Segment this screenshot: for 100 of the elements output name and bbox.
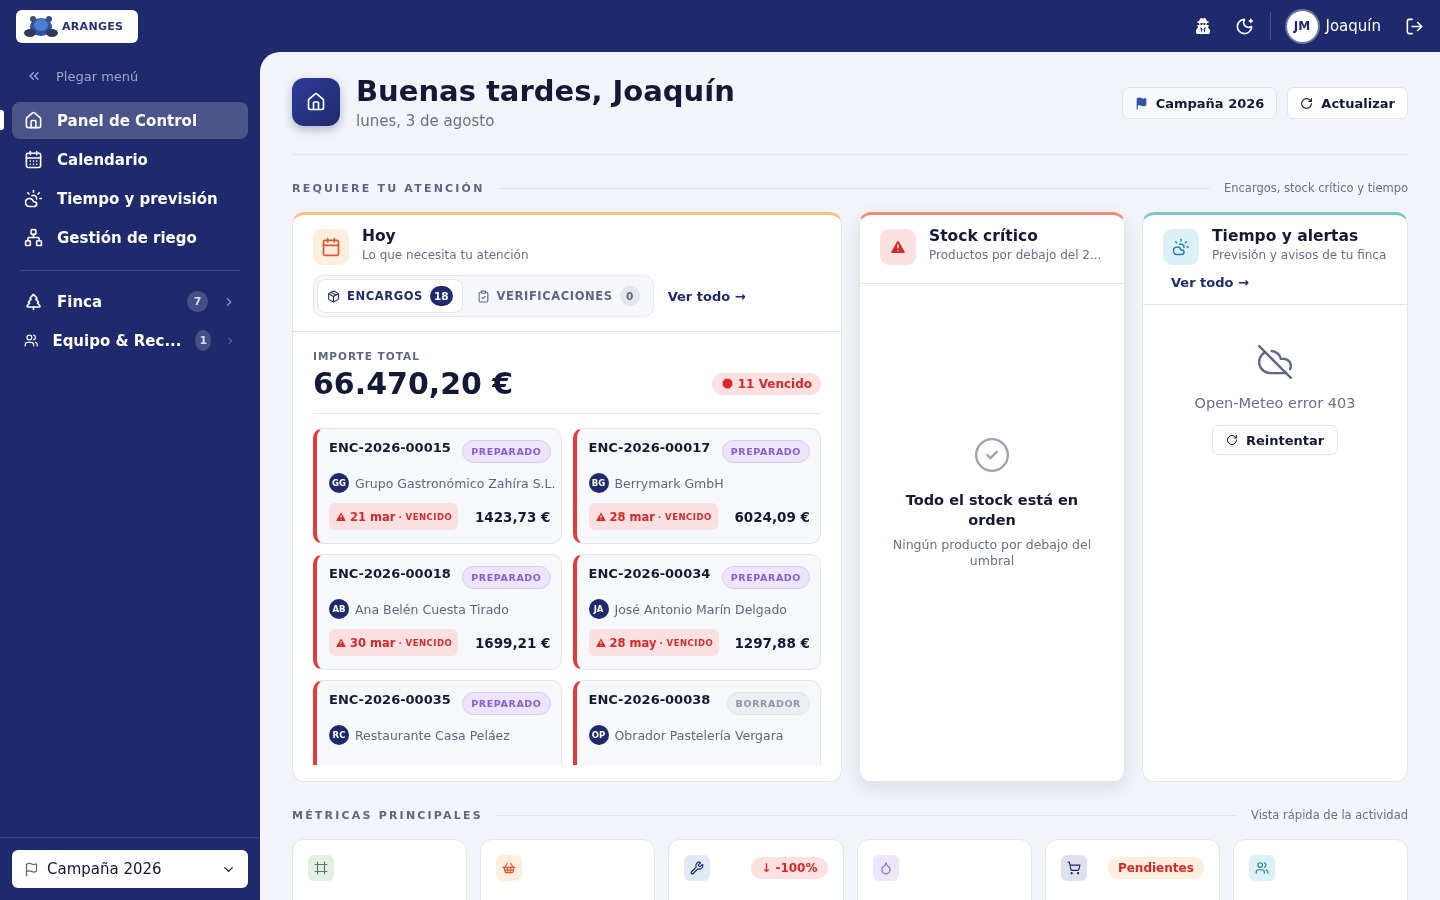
order-amount: 1699,21 €: [474, 634, 551, 651]
warning-icon: [594, 510, 607, 523]
total-label: IMPORTE TOTAL: [313, 350, 421, 362]
view-all-link[interactable]: Ver todo →: [1171, 275, 1387, 290]
cloud-off-icon: [1256, 343, 1294, 381]
home-icon: [24, 111, 43, 130]
nav-label: Calendario: [57, 150, 149, 169]
logo-icon: [24, 14, 58, 38]
logo[interactable]: ARANGES: [16, 9, 138, 43]
nav-count: 1: [195, 330, 212, 351]
tools-icon: [684, 855, 711, 881]
order-card[interactable]: ENC-2026-00038 BORRADOR OP Obrador Pastelería Vergara: [572, 680, 821, 765]
order-amount: 1423,73 €: [474, 508, 551, 525]
status-badge: PREPARADO: [462, 440, 551, 463]
due-date: 28 mar: [609, 509, 655, 524]
home-icon: [292, 78, 340, 126]
alert-icon: [720, 377, 734, 390]
order-id: ENC-2026-00035: [329, 692, 451, 707]
page-date: lunes, 3 de agosto: [356, 112, 496, 130]
flag-icon: [1134, 96, 1148, 110]
customer-name: Grupo Gastronómico Zahíra S.L.: [355, 475, 556, 491]
calendar-icon: [24, 150, 43, 169]
card-title: Hoy: [362, 227, 397, 245]
calendar-icon: [313, 229, 349, 265]
nav-item[interactable]: Equipo & Rec... 1: [12, 322, 248, 359]
team-icon: [1248, 855, 1275, 881]
selection-indicator: [0, 110, 4, 130]
empty-title: Todo el stock está en orden: [904, 490, 1080, 531]
due-date: 21 mar: [350, 509, 396, 524]
warning-icon: [880, 229, 916, 265]
area-icon: [308, 855, 334, 881]
warning-icon: [594, 636, 607, 649]
customer-avatar: OP: [588, 725, 609, 745]
section-note: Encargos, stock crítico y tiempo: [1224, 181, 1408, 195]
check-circle-icon: [973, 435, 1011, 474]
retry-button[interactable]: Reintentar: [1211, 425, 1339, 455]
package-icon: [327, 289, 340, 303]
customer-name: Ana Belén Cuesta Tirado: [355, 601, 509, 617]
nav-item[interactable]: Calendario: [12, 141, 248, 178]
view-all-link[interactable]: Ver todo →: [667, 288, 746, 304]
order-amount: 6024,09 €: [734, 508, 810, 525]
nav-label: Tiempo y previsión: [57, 189, 219, 208]
order-id: ENC-2026-00038: [588, 692, 711, 707]
total-amount: 66.470,20 €: [313, 366, 514, 401]
card-subtitle: Productos por debajo del 2...: [929, 248, 1102, 262]
order-amount: 1297,88 €: [734, 634, 810, 651]
moon-icon[interactable]: [1234, 16, 1254, 36]
nav-label: Panel de Control: [57, 111, 199, 130]
status-badge: PREPARADO: [462, 692, 551, 715]
tab[interactable]: VERIFICACIONES 0: [466, 279, 650, 313]
incognito-icon[interactable]: [1194, 18, 1211, 34]
nav-label: Finca: [57, 292, 104, 311]
customer-avatar: GG: [329, 473, 349, 493]
order-card[interactable]: ENC-2026-00018 PREPARADO AB Ana Belén Cuesta Tirado 30 mar · VENCIDO 1699,21 €: [313, 554, 562, 670]
card-subtitle: Previsión y avisos de tu finca: [1212, 248, 1387, 262]
customer-avatar: RC: [329, 725, 349, 745]
due-status: · VENCIDO: [398, 637, 453, 648]
due-status: · VENCIDO: [659, 637, 714, 648]
page-title: Buenas tardes, Joaquín: [356, 74, 736, 108]
user-name[interactable]: Joaquín: [1325, 17, 1381, 35]
weather-icon: [24, 189, 43, 208]
order-id: ENC-2026-00018: [329, 566, 451, 581]
order-card[interactable]: ENC-2026-00015 PREPARADO GG Grupo Gastronómico Zahíra S.L. 21 mar · VENCIDO 1423,73 €: [313, 428, 562, 544]
order-id: ENC-2026-00015: [329, 440, 451, 455]
campaign-button[interactable]: Campaña 2026: [1121, 87, 1278, 119]
basket-icon: [496, 855, 523, 881]
nav-item[interactable]: Tiempo y previsión: [12, 180, 248, 217]
metric-badge: Pendientes: [1107, 857, 1204, 879]
refresh-button[interactable]: Actualizar: [1287, 87, 1408, 119]
status-badge: PREPARADO: [721, 440, 810, 463]
order-card[interactable]: ENC-2026-00017 PREPARADO BG Berrymark GmbH 28 mar · VENCIDO 6024,09 €: [572, 428, 821, 544]
customer-avatar: JA: [588, 599, 609, 619]
campaign-select[interactable]: Campaña 2026: [12, 850, 248, 888]
customer-name: José Antonio Marín Delgado: [614, 601, 787, 617]
nav-count: 7: [187, 291, 208, 312]
customer-avatar: AB: [329, 599, 349, 619]
status-badge: PREPARADO: [721, 566, 810, 589]
tab[interactable]: ENCARGOS 18: [317, 279, 463, 313]
user-avatar[interactable]: JM: [1286, 10, 1318, 42]
cloud-sun-icon: [1163, 229, 1199, 265]
refresh-icon: [1225, 434, 1238, 446]
metric-badge: ↓ -100%: [751, 857, 828, 879]
section-title: MÉTRICAS PRINCIPALES: [292, 808, 483, 822]
nav-item[interactable]: Gestión de riego: [12, 219, 248, 256]
nav-item[interactable]: Finca 7: [12, 283, 248, 320]
order-id: ENC-2026-00034: [588, 566, 711, 581]
logo-text: ARANGES: [62, 19, 124, 33]
warning-icon: [335, 636, 347, 649]
status-badge: BORRADOR: [726, 692, 810, 715]
due-date: 28 may: [609, 635, 657, 650]
network-icon: [24, 228, 43, 247]
nav-label: Equipo & Rec...: [52, 331, 182, 350]
status-badge: PREPARADO: [462, 566, 551, 589]
refresh-icon: [1300, 96, 1314, 110]
collapse-menu-button[interactable]: Plegar menú: [12, 66, 248, 86]
nav-label: Gestión de riego: [57, 228, 198, 247]
logout-icon[interactable]: [1405, 16, 1424, 36]
order-card[interactable]: ENC-2026-00035 PREPARADO RC Restaurante Casa Peláez: [313, 680, 562, 765]
order-card[interactable]: ENC-2026-00034 PREPARADO JA José Antonio Marín Delgado 28 may · VENCIDO 1297,88 €: [572, 554, 821, 670]
customer-name: Berrymark GmbH: [614, 475, 724, 491]
